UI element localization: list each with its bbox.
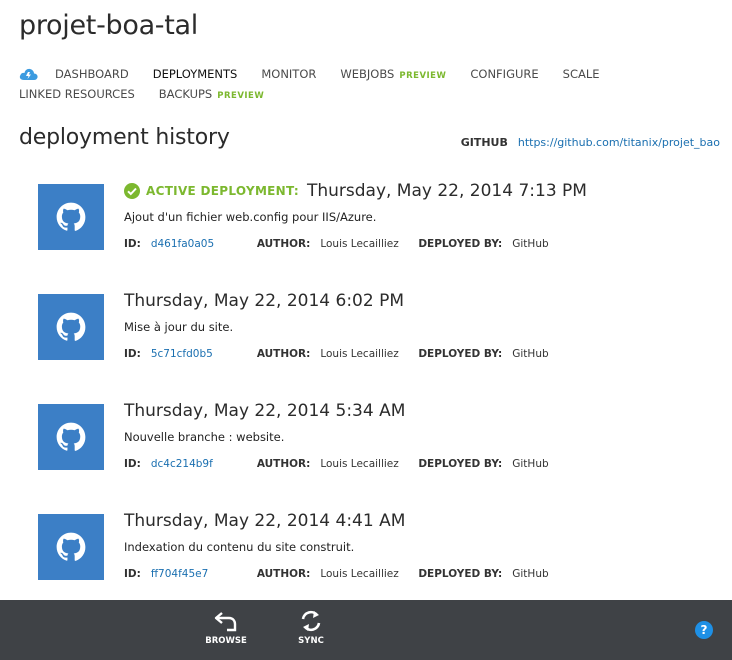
help-icon[interactable]: ? — [695, 621, 713, 639]
author-label: AUTHOR: — [256, 238, 311, 250]
tab-linked-resources[interactable]: LINKED RESOURCES — [19, 87, 135, 101]
deployment-item[interactable]: Thursday, May 22, 2014 4:41 AM Indexatio… — [38, 511, 718, 580]
github-icon — [38, 294, 104, 360]
page-title: projet-boa-tal — [19, 10, 198, 41]
browse-icon — [214, 612, 237, 632]
check-icon — [124, 183, 140, 199]
tab-configure[interactable]: CONFIGURE — [470, 67, 538, 81]
website-cloud-icon — [19, 66, 39, 82]
deployment-message: Indexation du contenu du site construit. — [124, 540, 355, 554]
repo-label: GITHUB — [460, 136, 508, 149]
repo-link[interactable]: https://github.com/titanix/projet_bao — [518, 136, 720, 149]
author-label: AUTHOR: — [256, 348, 311, 360]
active-deployment-badge: ACTIVE DEPLOYMENT: — [124, 183, 299, 199]
author-label: AUTHOR: — [256, 568, 311, 580]
deployment-date: Thursday, May 22, 2014 4:41 AM — [124, 511, 406, 531]
deployed-by-value: GitHub — [512, 458, 549, 470]
deployment-id-link[interactable]: dc4c214b9f — [151, 458, 257, 470]
author-value: Louis Lecailliez — [320, 568, 399, 580]
deployed-by-value: GitHub — [512, 238, 549, 250]
deployment-message: Mise à jour du site. — [124, 320, 234, 334]
deployment-item[interactable]: Thursday, May 22, 2014 6:02 PM Mise à jo… — [38, 291, 718, 360]
sync-button[interactable]: SYNC — [281, 610, 341, 646]
preview-badge: PREVIEW — [217, 91, 265, 101]
id-label: ID: — [124, 568, 141, 580]
id-label: ID: — [124, 238, 141, 250]
github-icon — [38, 514, 104, 580]
tab-dashboard[interactable]: DASHBOARD — [55, 67, 129, 81]
author-label: AUTHOR: — [256, 458, 311, 470]
id-label: ID: — [124, 458, 141, 470]
tab-scale[interactable]: SCALE — [563, 67, 600, 81]
browse-label: BROWSE — [205, 636, 247, 646]
author-value: Louis Lecailliez — [320, 348, 399, 360]
deployment-id-link[interactable]: ff704f45e7 — [151, 568, 257, 580]
deployment-id-link[interactable]: d461fa0a05 — [151, 238, 257, 250]
deployment-item[interactable]: ACTIVE DEPLOYMENT: Thursday, May 22, 201… — [38, 181, 718, 250]
deployment-date: Thursday, May 22, 2014 5:34 AM — [124, 401, 406, 421]
preview-badge: PREVIEW — [399, 71, 447, 81]
tab-deployments[interactable]: DEPLOYMENTS — [153, 67, 238, 81]
section-title: deployment history — [19, 125, 230, 150]
tab-monitor[interactable]: MONITOR — [261, 67, 316, 81]
deployed-by-label: DEPLOYED BY: — [418, 568, 503, 580]
author-value: Louis Lecailliez — [320, 238, 399, 250]
deployment-date: Thursday, May 22, 2014 6:02 PM — [124, 291, 405, 311]
deployed-by-label: DEPLOYED BY: — [418, 238, 503, 250]
tab-backups-label: BACKUPS — [158, 87, 213, 101]
deployment-date: Thursday, May 22, 2014 7:13 PM — [306, 181, 587, 201]
active-label: ACTIVE DEPLOYMENT: — [146, 184, 299, 198]
github-icon — [38, 404, 104, 470]
deployed-by-label: DEPLOYED BY: — [418, 458, 503, 470]
repo-info: GITHUB https://github.com/titanix/projet… — [461, 136, 720, 149]
deployment-item[interactable]: Thursday, May 22, 2014 5:34 AM Nouvelle … — [38, 401, 718, 470]
deployed-by-value: GitHub — [512, 568, 549, 580]
sync-icon — [301, 610, 321, 632]
id-label: ID: — [124, 348, 141, 360]
tab-webjobs[interactable]: WEBJOBS PREVIEW — [340, 67, 446, 81]
github-icon — [38, 184, 104, 250]
main-nav: DASHBOARD DEPLOYMENTS MONITOR WEBJOBS PRE… — [19, 64, 722, 104]
browse-button[interactable]: BROWSE — [196, 610, 256, 646]
tab-backups[interactable]: BACKUPS PREVIEW — [159, 87, 264, 101]
command-bar: BROWSE SYNC ? — [0, 600, 732, 660]
deployment-id-link[interactable]: 5c71cfd0b5 — [151, 348, 257, 360]
tab-webjobs-label: WEBJOBS — [340, 67, 395, 81]
deployment-message: Nouvelle branche : website. — [124, 430, 285, 444]
deployed-by-label: DEPLOYED BY: — [418, 348, 503, 360]
author-value: Louis Lecailliez — [320, 458, 399, 470]
deployment-message: Ajout d'un fichier web.config pour IIS/A… — [124, 210, 377, 224]
deployed-by-value: GitHub — [512, 348, 549, 360]
sync-label: SYNC — [298, 636, 324, 646]
